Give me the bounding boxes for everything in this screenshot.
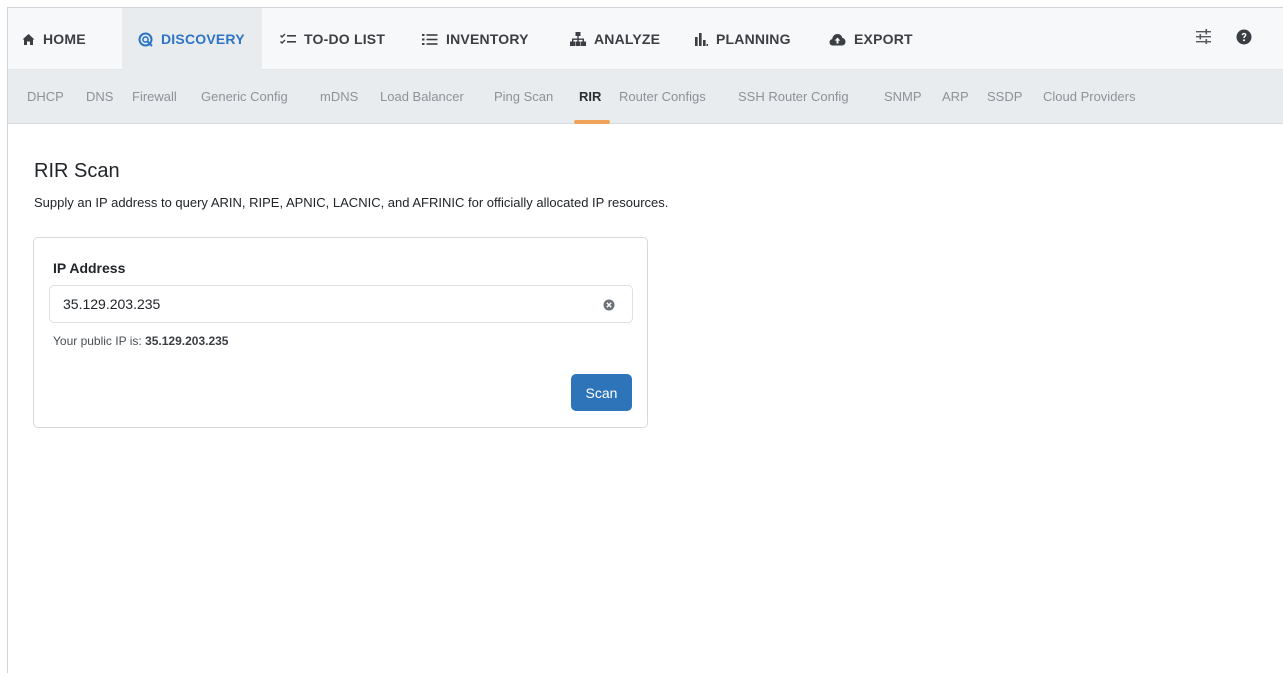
discovery-radar-icon [138,32,153,47]
app-window: HOME DISCOVERY TO-DO LIST INVENTORY ANAL… [7,7,1283,673]
tab-discovery[interactable]: DISCOVERY [122,8,262,70]
subnav-item-ping-scan[interactable]: Ping Scan [494,70,553,124]
scan-button[interactable]: Scan [571,374,632,411]
page-description: Supply an IP address to query ARIN, RIPE… [34,195,669,210]
tab-planning[interactable]: PLANNING [695,8,791,70]
active-tab-indicator [574,120,610,124]
tab-export-label: EXPORT [854,31,913,47]
subnav-item-firewall[interactable]: Firewall [132,70,177,124]
subnav-item-generic-config[interactable]: Generic Config [201,70,288,124]
tab-todo-list-label: TO-DO LIST [304,31,386,47]
sliders-icon[interactable] [1196,29,1211,49]
public-ip-hint-prefix: Your public IP is: [53,334,146,348]
tab-analyze[interactable]: ANALYZE [570,8,660,70]
tab-export[interactable]: EXPORT [829,8,913,70]
cloud-upload-icon [829,33,846,45]
tab-todo-list[interactable]: TO-DO LIST [280,8,385,70]
tab-inventory-label: INVENTORY [446,31,529,47]
subnav-item-ssh-router-config[interactable]: SSH Router Config [738,70,849,124]
subnav-item-cloud-providers[interactable]: Cloud Providers [1043,70,1136,124]
subnav-item-snmp[interactable]: SNMP [884,70,922,124]
tab-discovery-label: DISCOVERY [161,31,245,47]
subnav-item-load-balancer[interactable]: Load Balancer [380,70,464,124]
sitemap-icon [570,31,586,46]
tab-inventory[interactable]: INVENTORY [422,8,529,70]
toolbar-right [1196,8,1252,70]
ip-address-field-wrapper [49,285,633,323]
ip-address-input[interactable] [50,286,632,322]
top-navigation: HOME DISCOVERY TO-DO LIST INVENTORY ANAL… [8,8,1283,70]
discovery-subnav: DHCP DNS Firewall Generic Config mDNS Lo… [8,70,1283,124]
help-circle-icon[interactable] [1236,29,1252,50]
bar-chart-icon [695,32,708,46]
public-ip-value: 35.129.203.235 [145,334,229,348]
subnav-item-rir[interactable]: RIR [579,70,601,124]
tab-home[interactable]: HOME [22,8,86,70]
subnav-item-mdns[interactable]: mDNS [320,70,358,124]
subnav-item-dns[interactable]: DNS [86,70,113,124]
todo-list-icon [280,33,296,44]
subnav-item-router-configs[interactable]: Router Configs [619,70,706,124]
ip-address-label: IP Address [53,260,126,276]
public-ip-hint: Your public IP is: 35.129.203.235 [53,334,228,348]
subnav-item-dhcp[interactable]: DHCP [27,70,64,124]
home-icon [22,33,35,45]
rir-scan-form-card: IP Address Your public IP is: 35.129.203… [33,237,648,428]
clear-input-icon[interactable] [603,298,615,311]
tab-analyze-label: ANALYZE [594,31,661,47]
page-title: RIR Scan [34,160,120,182]
subnav-item-ssdp[interactable]: SSDP [987,70,1022,124]
tab-planning-label: PLANNING [716,31,791,47]
list-icon [422,33,438,45]
subnav-item-arp[interactable]: ARP [942,70,969,124]
tab-home-label: HOME [43,31,86,47]
